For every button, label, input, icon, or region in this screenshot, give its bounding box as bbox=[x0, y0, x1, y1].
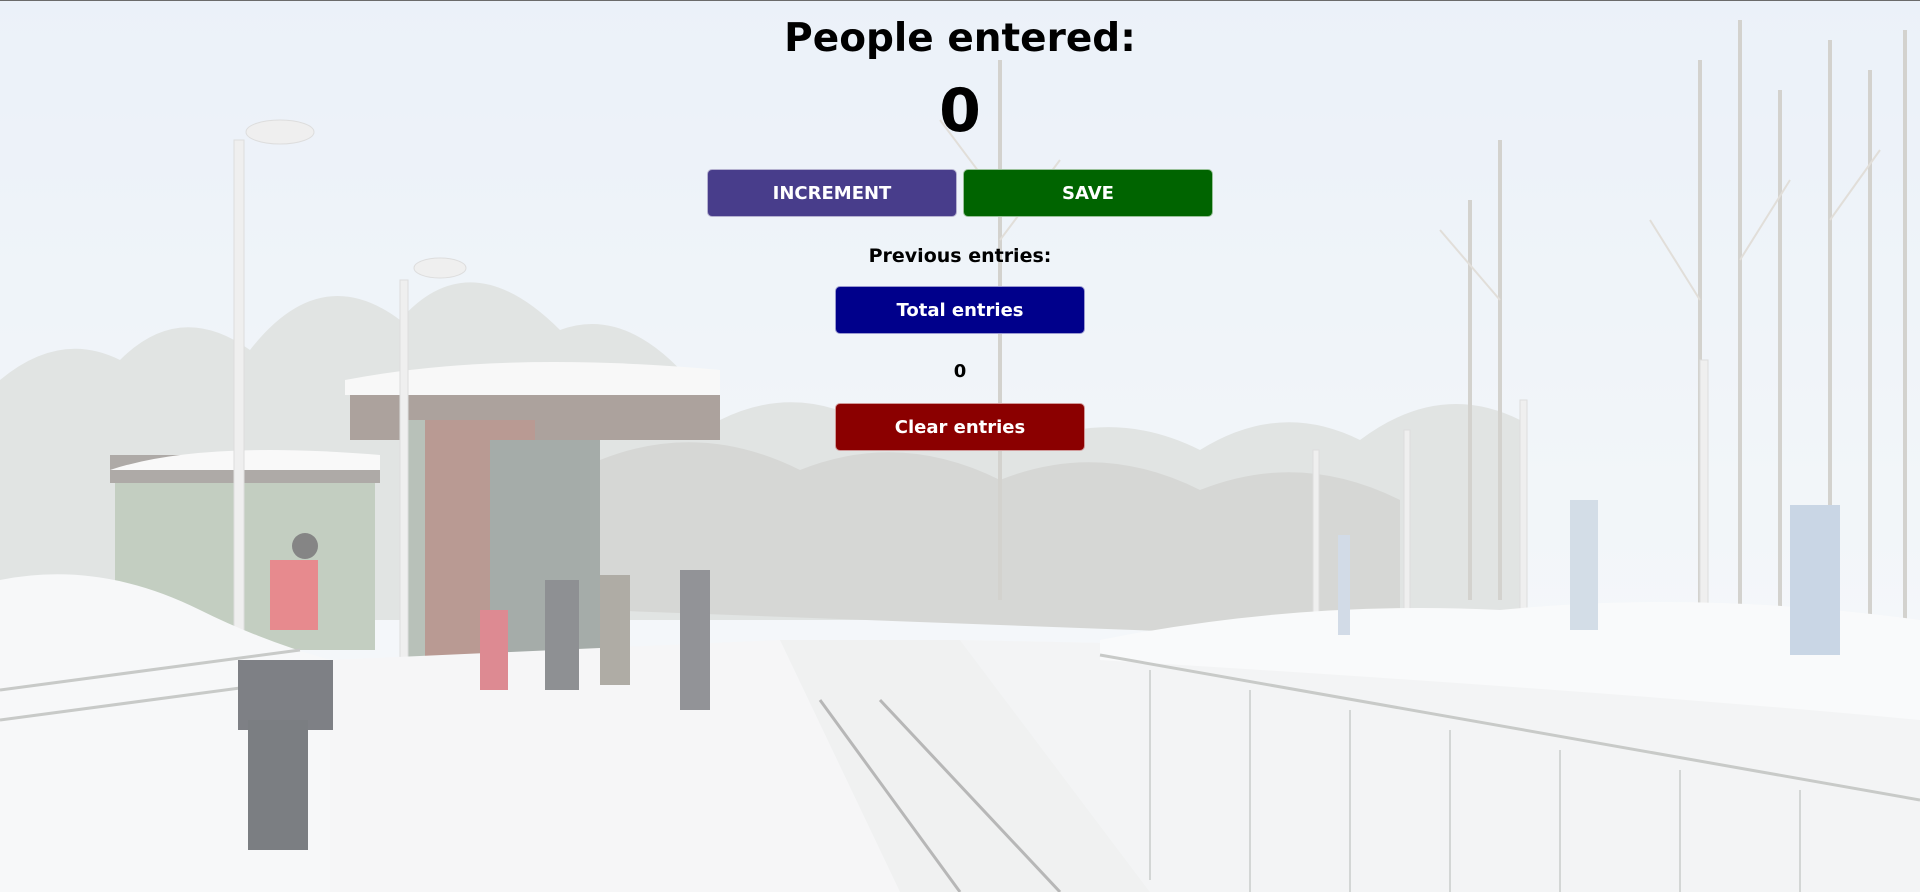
increment-button[interactable]: INCREMENT bbox=[707, 169, 957, 217]
clear-entries-button[interactable]: Clear entries bbox=[835, 403, 1085, 451]
save-button[interactable]: SAVE bbox=[963, 169, 1213, 217]
previous-entries-label: Previous entries: bbox=[868, 245, 1052, 267]
previous-entries-value: 0 bbox=[953, 361, 967, 382]
people-count: 0 bbox=[939, 76, 981, 146]
total-entries-button[interactable]: Total entries bbox=[835, 286, 1085, 334]
page-title: People entered: bbox=[784, 16, 1136, 61]
window-top-border bbox=[0, 0, 1920, 1]
